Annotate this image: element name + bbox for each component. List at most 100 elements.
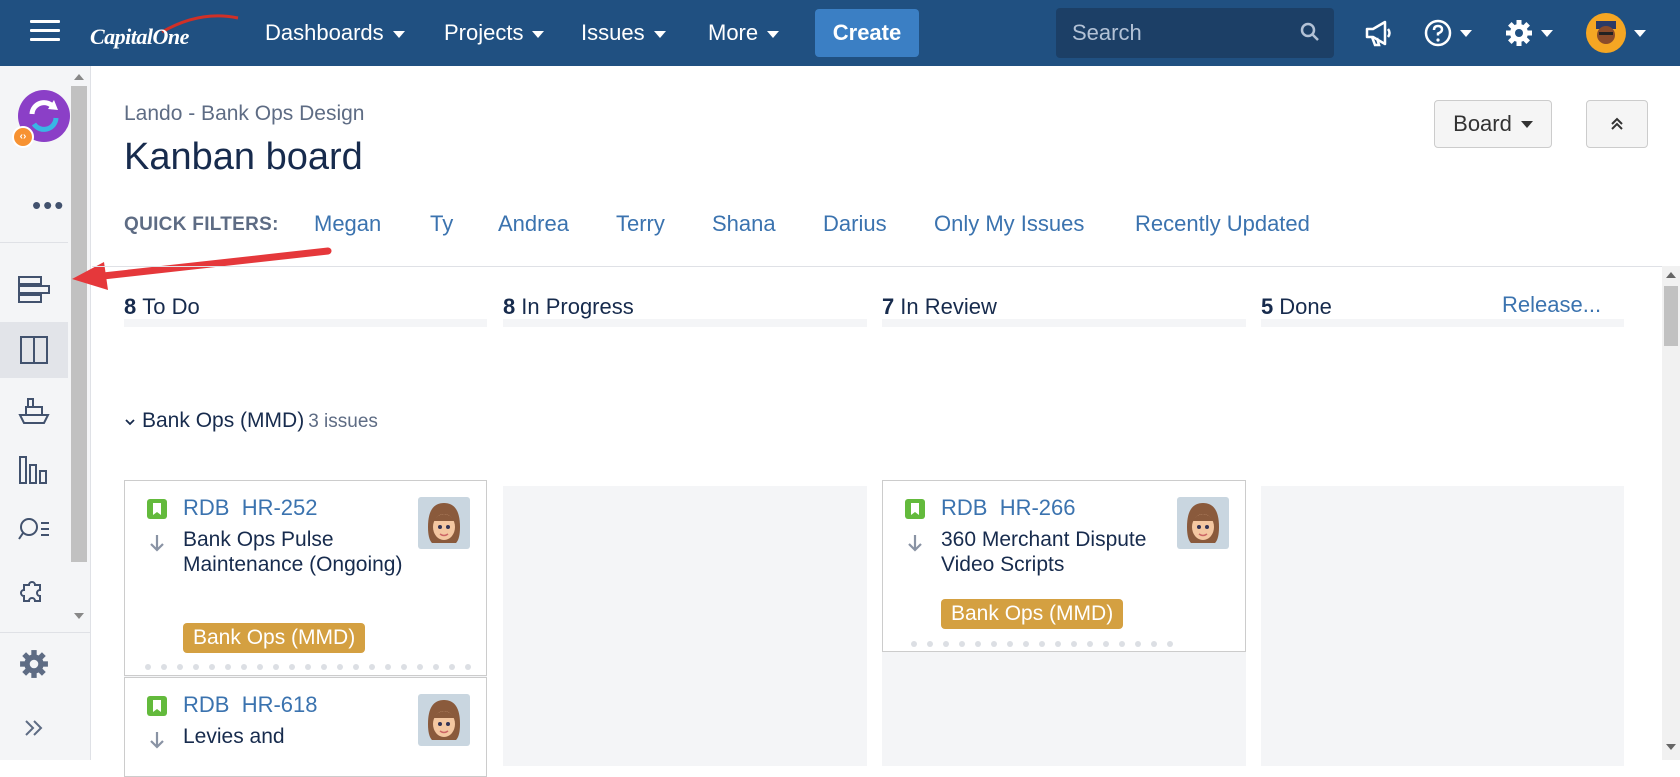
- sidebar-item-reports[interactable]: [0, 442, 68, 498]
- scroll-up-icon[interactable]: [74, 74, 84, 80]
- megaphone-icon: [1365, 20, 1391, 47]
- board-scrollbar[interactable]: [1662, 266, 1680, 760]
- settings-icon: [20, 650, 48, 678]
- release-link[interactable]: Release...: [1502, 292, 1601, 318]
- assignee-avatar[interactable]: [1177, 497, 1229, 549]
- assignee-avatar[interactable]: [418, 497, 470, 549]
- sidebar-item-add-ons[interactable]: [0, 562, 68, 618]
- days-in-column-dots: [145, 664, 471, 670]
- create-button[interactable]: Create: [815, 9, 919, 57]
- page-title: Kanban board: [124, 136, 363, 178]
- quick-filter-ty[interactable]: Ty: [430, 211, 453, 237]
- swimlane-name: Bank Ops (MMD): [142, 409, 305, 432]
- collapse-header-button[interactable]: [1586, 100, 1648, 148]
- issue-summary: Levies and: [183, 725, 285, 748]
- sidebar-item-releases[interactable]: [0, 382, 68, 438]
- more-options-icon[interactable]: •••: [32, 190, 65, 221]
- breadcrumb[interactable]: Lando - Bank Ops Design: [124, 102, 364, 126]
- swimlane-header[interactable]: Bank Ops (MMD) 3 issues: [124, 409, 378, 433]
- expand-icon: [25, 720, 43, 736]
- chevron-down-icon: [125, 419, 135, 426]
- column-count: 7: [882, 294, 895, 319]
- days-in-column-dots: [911, 641, 1173, 647]
- issues-menu[interactable]: Issues: [581, 0, 666, 66]
- quick-filter-terry[interactable]: Terry: [616, 211, 665, 237]
- issue-project: RDB: [183, 692, 230, 717]
- epic-label: Bank Ops (MMD): [941, 599, 1124, 629]
- projects-menu[interactable]: Projects: [444, 0, 545, 66]
- issue-key[interactable]: RDB HR-252: [183, 495, 318, 521]
- sidebar-expand-button[interactable]: [0, 700, 68, 756]
- projects-menu-label: Projects: [444, 20, 524, 45]
- issue-card[interactable]: RDB HR-266 360 Merchant Dispute Video Sc…: [882, 480, 1246, 652]
- column-bar: [503, 319, 867, 327]
- sidebar-item-settings[interactable]: [0, 636, 68, 692]
- sidebar-divider: [0, 632, 90, 633]
- reports-icon: [19, 456, 47, 484]
- chevron-down-icon: [1541, 29, 1553, 37]
- double-chevron-up-icon: [1611, 117, 1623, 130]
- quick-filters-label: QUICK FILTERS:: [124, 214, 279, 235]
- issue-card[interactable]: RDB HR-252 Bank Ops Pulse Maintenance (O…: [124, 480, 487, 676]
- scroll-up-icon[interactable]: [1666, 272, 1676, 278]
- sidebar-item-backlog[interactable]: [0, 262, 68, 318]
- capital-one-logo[interactable]: CapitalOne: [90, 14, 240, 54]
- search-input[interactable]: [1056, 8, 1286, 58]
- story-icon: [147, 696, 167, 716]
- more-menu-label: More: [708, 20, 759, 45]
- quick-filter-andrea[interactable]: Andrea: [498, 211, 569, 237]
- issue-card[interactable]: RDB HR-618 Levies and: [124, 677, 487, 777]
- board-dropdown-button[interactable]: Board: [1434, 100, 1552, 148]
- search-icon[interactable]: [1300, 22, 1320, 42]
- scroll-down-icon[interactable]: [1666, 744, 1676, 750]
- search-box: [1056, 8, 1334, 58]
- menu-icon[interactable]: [30, 20, 60, 44]
- dashboards-menu[interactable]: Dashboards: [265, 0, 405, 66]
- column-count: 8: [124, 294, 137, 319]
- quick-filter-darius[interactable]: Darius: [823, 211, 887, 237]
- announcement-button[interactable]: [1364, 13, 1394, 53]
- add-ons-icon: [20, 581, 41, 602]
- top-navigation-bar: CapitalOne Dashboards Projects Issues Mo…: [0, 0, 1680, 66]
- issue-number: HR-252: [241, 495, 318, 520]
- main-content: Lando - Bank Ops Design Kanban board Boa…: [92, 66, 1680, 777]
- gear-icon: [1506, 20, 1532, 46]
- settings-menu[interactable]: [1505, 13, 1553, 53]
- issue-project: RDB: [183, 495, 230, 520]
- column-name: In Progress: [521, 294, 634, 319]
- chevron-down-icon: [653, 31, 666, 38]
- column-bar: [882, 319, 1246, 327]
- board-dropdown-label: Board: [1453, 111, 1512, 136]
- scroll-thumb[interactable]: [1664, 286, 1678, 346]
- quick-filter-recently-updated[interactable]: Recently Updated: [1135, 211, 1310, 237]
- more-menu[interactable]: More: [708, 0, 780, 66]
- sidebar-item-board[interactable]: [0, 322, 68, 378]
- logo-text: CapitalOne: [90, 24, 189, 49]
- issue-key[interactable]: RDB HR-266: [941, 495, 1076, 521]
- quick-filter-only-my-issues[interactable]: Only My Issues: [934, 211, 1084, 237]
- issue-number: HR-618: [241, 692, 318, 717]
- scroll-down-icon[interactable]: [74, 613, 84, 619]
- help-icon: [1424, 19, 1452, 47]
- user-profile-menu[interactable]: [1586, 13, 1646, 53]
- help-menu[interactable]: [1424, 13, 1472, 53]
- assignee-avatar[interactable]: [418, 694, 470, 746]
- chevron-down-icon: [392, 31, 405, 38]
- user-avatar: [1586, 13, 1626, 53]
- scroll-thumb[interactable]: [71, 86, 87, 562]
- sidebar-scrollbar[interactable]: [68, 66, 90, 626]
- sidebar-item-issues[interactable]: [0, 502, 68, 558]
- column-bar: [1261, 319, 1624, 327]
- quick-filter-megan[interactable]: Megan: [314, 211, 381, 237]
- chevron-down-icon: [1520, 120, 1533, 128]
- issue-summary: 360 Merchant Dispute Video Scripts: [941, 528, 1147, 576]
- column-cell-done: [1261, 486, 1624, 766]
- quick-filter-shana[interactable]: Shana: [712, 211, 776, 237]
- issue-summary: Bank Ops Pulse Maintenance (Ongoing): [183, 528, 403, 576]
- issues-search-icon: [18, 518, 49, 540]
- column-header-in-review: 7 In Review: [882, 294, 997, 320]
- project-sidebar: ‹› •••: [0, 66, 91, 760]
- issue-key[interactable]: RDB HR-618: [183, 692, 318, 718]
- chevron-down-icon: [532, 31, 545, 38]
- column-name: Done: [1279, 294, 1332, 319]
